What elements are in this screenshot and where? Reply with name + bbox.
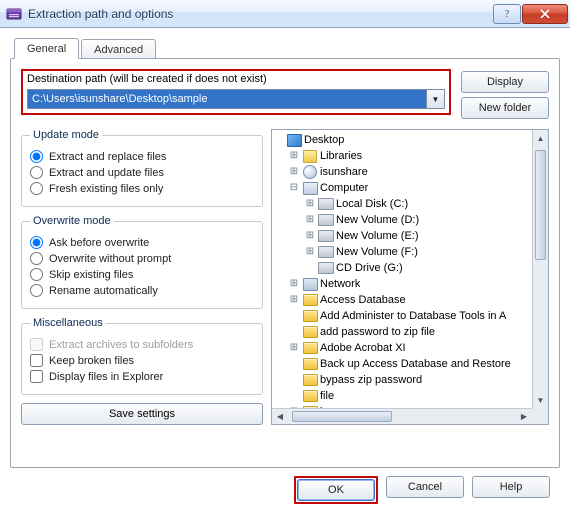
misc-display-explorer[interactable]: Display files in Explorer xyxy=(30,370,254,383)
window-title: Extraction path and options xyxy=(28,7,173,21)
tree-vol-d[interactable]: ⊞New Volume (D:) xyxy=(304,212,532,228)
user-icon xyxy=(302,164,318,180)
overwrite-opt-without[interactable]: Overwrite without prompt xyxy=(30,252,254,265)
tree-local-disk[interactable]: ⊞Local Disk (C:) xyxy=(304,196,532,212)
save-settings-button[interactable]: Save settings xyxy=(21,403,263,425)
destination-label: Destination path (will be created if doe… xyxy=(27,73,445,85)
folder-icon xyxy=(302,388,318,404)
tree-folder[interactable]: ⊞Access Database xyxy=(288,292,532,308)
svg-text:?: ? xyxy=(505,9,510,19)
scroll-left-arrow-icon[interactable]: ◀ xyxy=(272,409,288,424)
scroll-thumb[interactable] xyxy=(535,150,546,260)
display-button[interactable]: Display xyxy=(461,71,549,93)
update-mode-group: Update mode Extract and replace files Ex… xyxy=(21,129,263,207)
tree-cd-drive[interactable]: CD Drive (G:) xyxy=(304,260,532,276)
app-icon xyxy=(6,6,22,22)
tree-user[interactable]: ⊞isunshare xyxy=(288,164,532,180)
destination-highlight: Destination path (will be created if doe… xyxy=(21,69,451,115)
cancel-button[interactable]: Cancel xyxy=(386,476,464,498)
title-bar: Extraction path and options ? xyxy=(0,0,570,28)
drive-icon xyxy=(318,212,334,228)
computer-icon xyxy=(302,180,318,196)
folder-icon xyxy=(302,308,318,324)
network-icon xyxy=(302,276,318,292)
tree-folder[interactable]: file xyxy=(288,388,532,404)
ok-highlight: OK xyxy=(294,476,378,504)
misc-legend: Miscellaneous xyxy=(30,317,106,329)
tree-folder[interactable]: Add Administer to Database Tools in A xyxy=(288,308,532,324)
tab-strip: General Advanced xyxy=(14,36,560,58)
new-folder-button[interactable]: New folder xyxy=(461,97,549,119)
tree-network[interactable]: ⊞Network xyxy=(288,276,532,292)
tree-libraries[interactable]: ⊞Libraries xyxy=(288,148,532,164)
destination-combo[interactable]: ▼ xyxy=(27,89,445,109)
scroll-thumb[interactable] xyxy=(292,411,392,422)
tree-folder[interactable]: Back up Access Database and Restore xyxy=(288,356,532,372)
folder-icon xyxy=(302,356,318,372)
tree-computer[interactable]: ⊟Computer xyxy=(288,180,532,196)
tree-folder[interactable]: ⊞Adobe Acrobat XI xyxy=(288,340,532,356)
update-opt-replace[interactable]: Extract and replace files xyxy=(30,150,254,163)
destination-input[interactable] xyxy=(27,89,427,109)
scroll-up-arrow-icon[interactable]: ▲ xyxy=(533,130,548,146)
overwrite-opt-ask[interactable]: Ask before overwrite xyxy=(30,236,254,249)
overwrite-opt-rename[interactable]: Rename automatically xyxy=(30,284,254,297)
drive-icon xyxy=(318,196,334,212)
destination-dropdown-button[interactable]: ▼ xyxy=(427,89,445,109)
desktop-icon xyxy=(286,132,302,148)
tree-folder[interactable]: add password to zip file xyxy=(288,324,532,340)
folder-icon xyxy=(302,340,318,356)
misc-subfolders: Extract archives to subfolders xyxy=(30,338,254,351)
overwrite-mode-group: Overwrite mode Ask before overwrite Over… xyxy=(21,215,263,309)
folder-icon xyxy=(302,292,318,308)
tree-desktop[interactable]: Desktop xyxy=(272,132,532,148)
libraries-icon xyxy=(302,148,318,164)
misc-keep-broken[interactable]: Keep broken files xyxy=(30,354,254,367)
update-opt-update[interactable]: Extract and update files xyxy=(30,166,254,179)
drive-icon xyxy=(318,244,334,260)
folder-tree[interactable]: Desktop ⊞Libraries ⊞isunshare ⊟Computer … xyxy=(271,129,549,425)
update-mode-legend: Update mode xyxy=(30,129,102,141)
tree-vol-f[interactable]: ⊞New Volume (F:) xyxy=(304,244,532,260)
misc-group: Miscellaneous Extract archives to subfol… xyxy=(21,317,263,395)
drive-icon xyxy=(318,228,334,244)
tab-advanced[interactable]: Advanced xyxy=(81,39,156,59)
update-opt-fresh[interactable]: Fresh existing files only xyxy=(30,182,254,195)
tree-horizontal-scrollbar[interactable]: ◀ ▶ xyxy=(272,408,532,424)
tree-vol-e[interactable]: ⊞New Volume (E:) xyxy=(304,228,532,244)
overwrite-mode-legend: Overwrite mode xyxy=(30,215,114,227)
help-button[interactable]: ? xyxy=(493,4,521,24)
scroll-corner xyxy=(532,408,548,424)
tab-general[interactable]: General xyxy=(14,38,79,59)
dialog-button-row: OK Cancel Help xyxy=(10,468,560,504)
help-button-bottom[interactable]: Help xyxy=(472,476,550,498)
close-button[interactable] xyxy=(522,4,568,24)
folder-icon xyxy=(302,324,318,340)
overwrite-opt-skip[interactable]: Skip existing files xyxy=(30,268,254,281)
scroll-right-arrow-icon[interactable]: ▶ xyxy=(516,409,532,424)
cd-drive-icon xyxy=(318,260,334,276)
tree-vertical-scrollbar[interactable]: ▲ ▼ xyxy=(532,130,548,408)
scroll-down-arrow-icon[interactable]: ▼ xyxy=(533,392,548,408)
folder-icon xyxy=(302,372,318,388)
ok-button[interactable]: OK xyxy=(297,479,375,501)
tab-panel-general: Destination path (will be created if doe… xyxy=(10,58,560,468)
tree-folder[interactable]: bypass zip password xyxy=(288,372,532,388)
